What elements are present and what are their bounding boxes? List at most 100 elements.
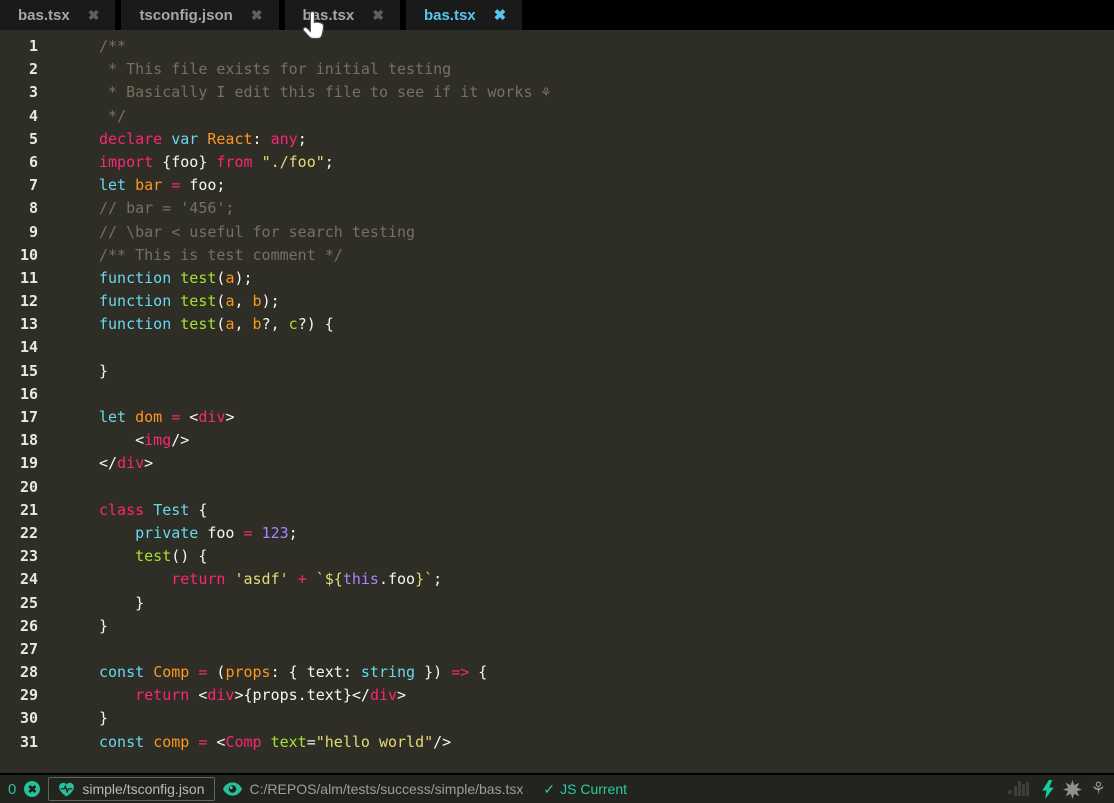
code-line[interactable]: 13 function test(a, b?, c?) { [0,313,1114,336]
line-number: 16 [0,383,38,406]
active-project-button[interactable]: simple/tsconfig.json [48,777,214,801]
code-line[interactable]: 25 } [0,592,1114,615]
line-content: class Test { [99,499,207,522]
code-line[interactable]: 30} [0,707,1114,730]
tab-close-icon[interactable]: ✖ [88,7,100,24]
status-bar: 0 ✖ simple/tsconfig.json C:/REPOS/a [0,773,1114,803]
output-bars-icon[interactable] [1007,780,1033,798]
line-content: } [99,707,108,730]
code-line[interactable]: 19</div> [0,452,1114,475]
line-number: 26 [0,615,38,638]
line-content: function test(a); [99,267,253,290]
code-line[interactable]: 7 let bar = foo; [0,174,1114,197]
tab-label: tsconfig.json [139,7,232,24]
line-number: 4 [0,105,38,128]
code-line[interactable]: 20 [0,476,1114,499]
status-bar-right: ⚘ [1007,780,1114,799]
code-line[interactable]: 17let dom = <div> [0,406,1114,429]
line-number: 1 [0,35,38,58]
line-number: 27 [0,638,38,661]
line-number: 5 [0,128,38,151]
line-content: return <div>{props.text}</div> [99,684,406,707]
code-line[interactable]: 18 <img/> [0,429,1114,452]
line-content: /** This is test comment */ [99,244,343,267]
tab-close-icon[interactable]: ✖ [372,7,384,24]
code-line[interactable]: 14 [0,336,1114,359]
lightning-bolt-icon[interactable] [1042,780,1054,799]
code-line[interactable]: 4 */ [0,105,1114,128]
line-number: 12 [0,290,38,313]
line-number: 3 [0,81,38,104]
line-content: * This file exists for initial testing [99,58,451,81]
line-content: } [99,615,108,638]
line-number: 11 [0,267,38,290]
code-line[interactable]: 6 import {foo} from "./foo"; [0,151,1114,174]
code-line[interactable]: 12 function test(a, b); [0,290,1114,313]
code-line[interactable]: 8 // bar = '456'; [0,197,1114,220]
line-content: // bar = '456'; [99,197,234,220]
js-status[interactable]: ✓ JS Current [543,781,627,798]
tab-close-icon[interactable]: ✖ [251,7,263,24]
code-editor[interactable]: 1 /**2 * This file exists for initial tes… [0,30,1114,773]
line-content: // \bar < useful for search testing [99,221,415,244]
flower-icon[interactable]: ⚘ [1091,781,1106,798]
line-content: } [99,360,108,383]
code-line[interactable]: 23 test() { [0,545,1114,568]
code-line[interactable]: 28const Comp = (props: { text: string })… [0,661,1114,684]
line-number: 14 [0,336,38,359]
tab-close-icon[interactable]: ✖ [494,6,507,24]
code-line[interactable]: 2 * This file exists for initial testing [0,58,1114,81]
js-status-label: JS Current [560,781,627,797]
tab-tsconfig.json[interactable]: tsconfig.json ✖ [121,0,278,30]
tab-bas.tsx[interactable]: bas.tsx ✖ [406,0,522,30]
line-number: 25 [0,592,38,615]
code-line[interactable]: 22 private foo = 123; [0,522,1114,545]
code-line[interactable]: 31const comp = <Comp text="hello world"/… [0,731,1114,754]
tab-bas.tsx[interactable]: bas.tsx✖ [0,0,115,30]
code-line[interactable]: 5declare var React: any; [0,128,1114,151]
line-number: 23 [0,545,38,568]
editor-window: bas.tsx✖tsconfig.json✖bas.tsx✖bas.tsx✖ 1… [0,0,1114,803]
active-project-label: simple/tsconfig.json [82,781,204,797]
line-number: 7 [0,174,38,197]
line-number: 24 [0,568,38,591]
code-line[interactable]: 15} [0,360,1114,383]
line-content: let bar = foo; [99,174,225,197]
clear-errors-icon[interactable]: ✖ [24,781,40,797]
line-content: /** [99,35,126,58]
code-line[interactable]: 26} [0,615,1114,638]
tab-label: bas.tsx [424,7,476,24]
tab-bas.tsx[interactable]: bas.tsx ✖ [285,0,400,30]
code-line[interactable]: 11 function test(a); [0,267,1114,290]
line-number: 6 [0,151,38,174]
line-number: 31 [0,731,38,754]
line-content: function test(a, b); [99,290,280,313]
code-line[interactable]: 1 /** [0,35,1114,58]
line-number: 21 [0,499,38,522]
heart-pulse-icon [58,782,75,797]
code-lines: 1 /**2 * This file exists for initial tes… [0,35,1114,754]
line-content: function test(a, b?, c?) { [99,313,334,336]
code-line[interactable]: 24 return 'asdf' + `${this.foo}`; [0,568,1114,591]
code-line[interactable]: 10 /** This is test comment */ [0,244,1114,267]
error-count[interactable]: 0 [8,781,16,798]
line-number: 10 [0,244,38,267]
code-line[interactable]: 21 class Test { [0,499,1114,522]
code-line[interactable]: 3 * Basically I edit this file to see if… [0,81,1114,104]
star-burst-icon[interactable] [1063,780,1082,799]
code-line[interactable]: 16 [0,383,1114,406]
line-content: return 'asdf' + `${this.foo}`; [99,568,442,591]
line-content: } [99,592,144,615]
line-number: 13 [0,313,38,336]
code-line[interactable]: 29 return <div>{props.text}</div> [0,684,1114,707]
line-content: private foo = 123; [99,522,298,545]
code-line[interactable]: 9// \bar < useful for search testing [0,221,1114,244]
tab-label: bas.tsx [303,7,355,24]
line-content: import {foo} from "./foo"; [99,151,334,174]
line-number: 15 [0,360,38,383]
line-number: 8 [0,197,38,220]
code-line[interactable]: 27 [0,638,1114,661]
file-path[interactable]: C:/REPOS/alm/tests/success/simple/bas.ts… [250,781,524,797]
eye-icon[interactable] [223,782,242,796]
line-number: 22 [0,522,38,545]
